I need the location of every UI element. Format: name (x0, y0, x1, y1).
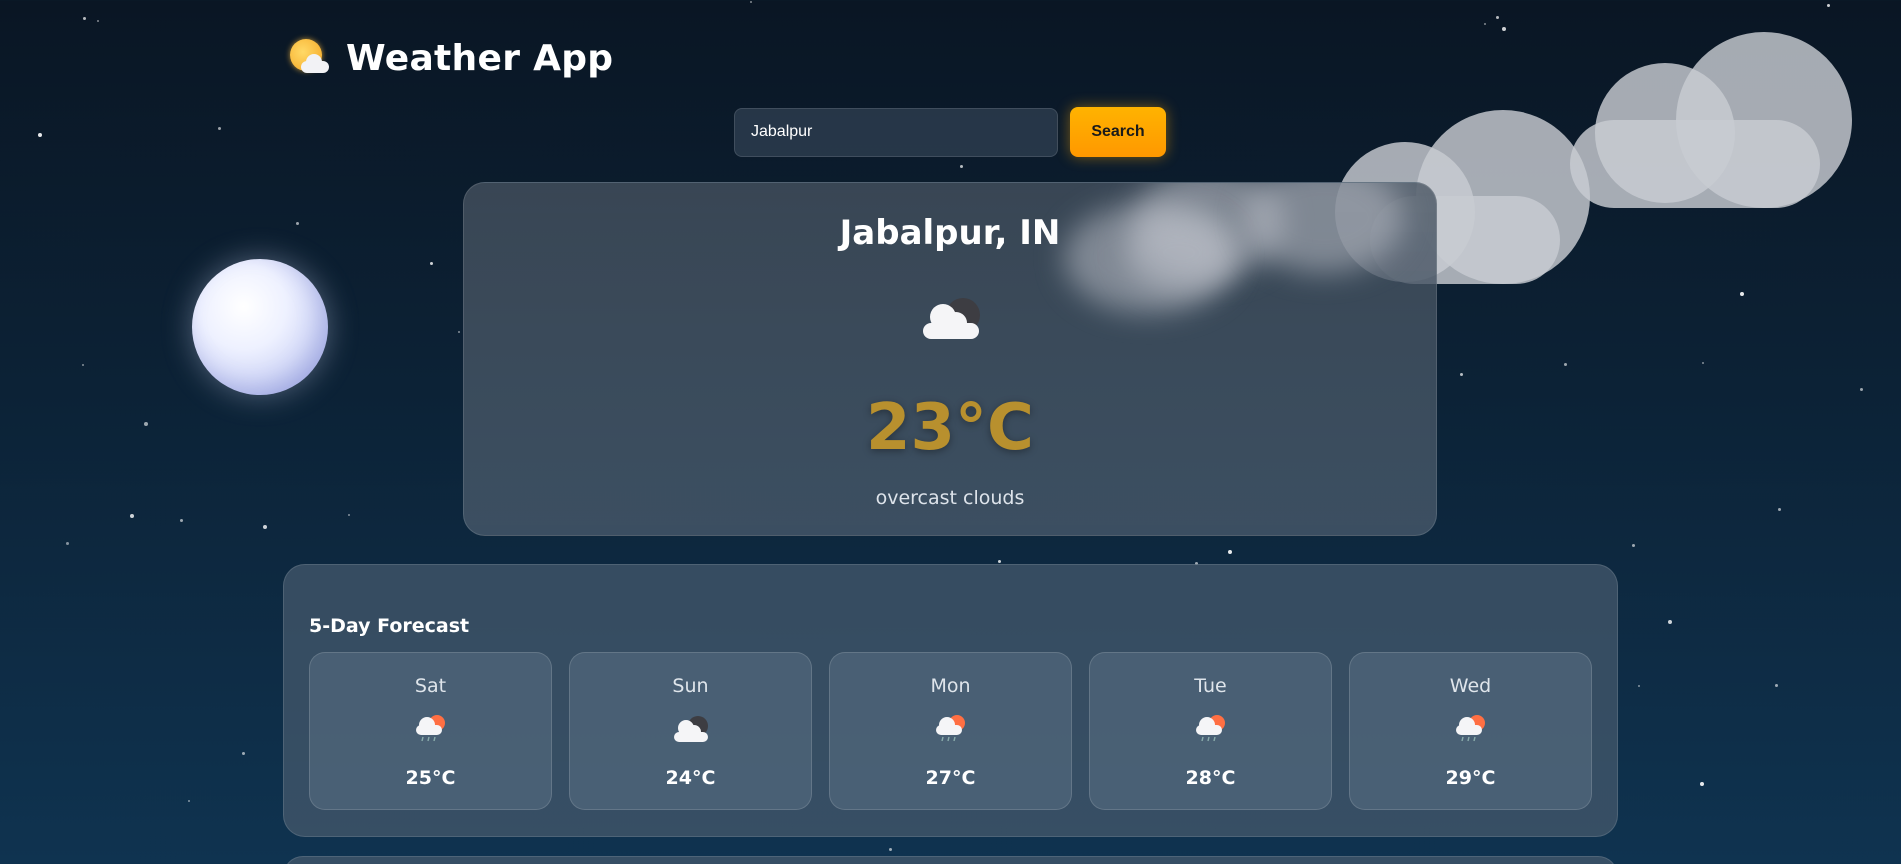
star (1860, 388, 1863, 391)
star (1702, 362, 1704, 364)
forecast-temperature: 28°C (1185, 767, 1236, 789)
star (1228, 550, 1232, 554)
app-title: Weather App (346, 37, 614, 79)
star (97, 20, 99, 22)
star (296, 222, 299, 225)
star (263, 525, 267, 529)
rain-cloud-sun-icon (1456, 715, 1485, 742)
star (1564, 363, 1567, 366)
overcast-clouds-icon (674, 716, 708, 742)
star (750, 1, 752, 3)
search-button[interactable]: Search (1070, 107, 1166, 157)
cloud-puff (1244, 183, 1404, 273)
star (1700, 782, 1704, 786)
star (1740, 292, 1744, 296)
cloud-puff (1570, 120, 1820, 208)
forecast-list: Sat 25°C Sun 24°C Mon 27°C Tue 28°C Wed … (309, 652, 1592, 810)
star (38, 133, 42, 137)
current-weather-card: Jabalpur, IN 23°C overcast clouds (463, 182, 1437, 536)
city-search-input[interactable] (734, 107, 1058, 157)
next-section-card (283, 856, 1618, 864)
moon-decoration (192, 259, 328, 395)
rain-cloud-sun-icon (936, 715, 965, 742)
star (180, 519, 183, 522)
overcast-clouds-icon (923, 298, 980, 339)
forecast-temperature: 27°C (925, 767, 976, 789)
star (82, 364, 84, 366)
star (1668, 620, 1672, 624)
star (1502, 27, 1506, 31)
rain-cloud-sun-icon (1196, 715, 1225, 742)
forecast-day-card: Sun 24°C (569, 652, 812, 810)
sun-behind-cloud-icon (288, 36, 332, 80)
forecast-day-card: Sat 25°C (309, 652, 552, 810)
cloud-puff (1124, 213, 1234, 293)
forecast-day-name: Sat (414, 675, 447, 697)
app-header: Weather App (288, 36, 613, 80)
forecast-card: 5-Day Forecast Sat 25°C Sun 24°C Mon 27°… (283, 564, 1618, 837)
star (430, 262, 433, 265)
weather-description: overcast clouds (875, 487, 1025, 509)
search-bar: Search (734, 107, 1166, 157)
star (130, 514, 134, 518)
forecast-temperature: 25°C (405, 767, 456, 789)
forecast-day-name: Mon (930, 675, 971, 697)
star (66, 542, 69, 545)
star (458, 331, 460, 333)
forecast-day-card: Tue 28°C (1089, 652, 1332, 810)
star (348, 514, 350, 516)
star (1496, 16, 1499, 19)
forecast-temperature: 29°C (1445, 767, 1496, 789)
forecast-title: 5-Day Forecast (309, 615, 470, 637)
star (242, 752, 245, 755)
star (1775, 684, 1778, 687)
star (1460, 373, 1463, 376)
forecast-day-card: Mon 27°C (829, 652, 1072, 810)
star (144, 422, 148, 426)
star (1484, 23, 1486, 25)
star (960, 165, 963, 168)
star (1827, 4, 1830, 7)
forecast-temperature: 24°C (665, 767, 716, 789)
forecast-day-card: Wed 29°C (1349, 652, 1592, 810)
star (998, 560, 1001, 563)
star (218, 127, 221, 130)
star (188, 800, 190, 802)
star (1632, 544, 1635, 547)
rain-cloud-sun-icon (416, 715, 445, 742)
star (1778, 508, 1781, 511)
star (1638, 685, 1640, 687)
star (83, 17, 86, 20)
star (889, 848, 892, 851)
forecast-day-name: Tue (1194, 675, 1227, 697)
forecast-day-name: Wed (1449, 675, 1492, 697)
current-temperature: 23°C (865, 391, 1035, 465)
forecast-day-name: Sun (672, 675, 709, 697)
